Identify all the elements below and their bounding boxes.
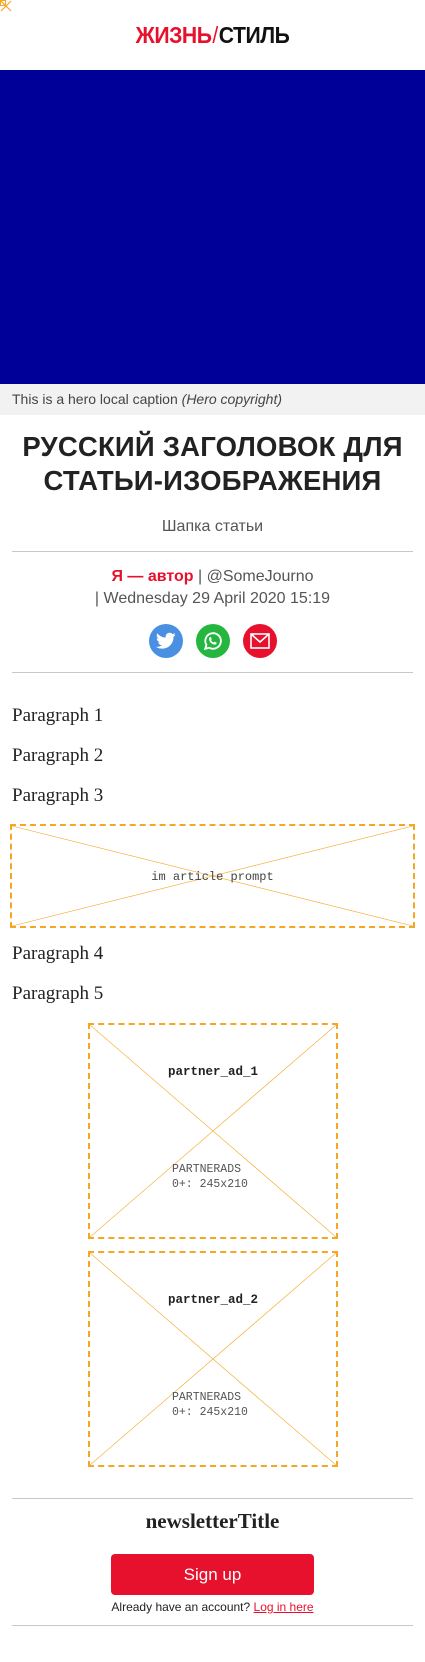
paragraph: Paragraph 5 [12, 983, 104, 1004]
divider [12, 1498, 413, 1499]
hero-copyright: (Hero copyright) [181, 391, 283, 407]
byline: Я — автор | @SomeJourno | Wednesday 29 A… [0, 566, 425, 610]
share-twitter-button[interactable] [148, 624, 183, 658]
publish-date: | Wednesday 29 April 2020 15:19 [94, 590, 331, 607]
ad-slot-info: PARTNERADS 0+: 245x210 [172, 1390, 248, 1420]
sign-up-button[interactable]: Sign up [111, 1554, 314, 1595]
article-body-top: Paragraph 1 Paragraph 2 Paragraph 3 [0, 704, 425, 824]
divider [12, 672, 413, 673]
share-whatsapp-button[interactable] [195, 624, 230, 658]
hero-caption-text: This is a hero local caption [12, 391, 178, 407]
login-prompt: Already have an account? Log in here [0, 1600, 425, 1614]
article-standfirst: Шапка статьи [161, 518, 264, 535]
newsletter-title: newsletterTitle [145, 1509, 280, 1533]
paragraph: Paragraph 2 [12, 745, 104, 766]
paragraph: Paragraph 4 [12, 943, 104, 964]
login-link[interactable]: Log in here [254, 1600, 314, 1614]
ad-slot-name: partner_ad_2 [167, 1293, 258, 1307]
author-name[interactable]: Я — автор [111, 568, 193, 585]
paragraph: Paragraph 1 [12, 705, 104, 726]
ad-slot-size: 0+: 245x210 [172, 1406, 248, 1419]
newsletter-signup: newsletterTitle Sign up Already have an … [0, 1509, 425, 1614]
placeholder-cross-icon [90, 1253, 336, 1465]
article-body-bottom: Paragraph 4 Paragraph 5 [0, 942, 425, 1022]
divider [12, 1625, 413, 1626]
divider [12, 551, 413, 552]
site-logo[interactable]: ЖИЗНЬ/СТИЛЬ [136, 22, 290, 49]
share-bar [0, 624, 425, 658]
article-title: РУССКИЙ ЗАГОЛОВОК ДЛЯ СТАТЬИ-ИЗОБРАЖЕНИЯ [22, 431, 403, 496]
author-handle[interactable]: | @SomeJourno [198, 568, 314, 585]
login-prompt-text: Already have an account? [111, 1600, 251, 1614]
ad-slot-info: PARTNERADS 0+: 245x210 [172, 1162, 248, 1192]
ad-slot-type: PARTNERADS [172, 1391, 242, 1404]
hero-caption: This is a hero local caption (Hero copyr… [0, 384, 425, 415]
logo-part-2: СТИЛЬ [218, 21, 290, 48]
paragraph: Paragraph 3 [12, 785, 104, 806]
article-prompt-label: im article prompt [151, 870, 274, 884]
ad-slot-name: partner_ad_1 [167, 1065, 258, 1079]
ad-slot-size: 0+: 245x210 [172, 1178, 248, 1191]
logo-part-1: ЖИЗНЬ [135, 21, 212, 48]
logo-separator: / [212, 21, 218, 48]
broken-image-icon [0, 0, 12, 12]
share-email-button[interactable] [242, 624, 277, 658]
site-header: ЖИЗНЬ/СТИЛЬ [0, 0, 425, 70]
hero-image [0, 70, 425, 384]
partner-ad-slot[interactable]: partner_ad_2 PARTNERADS 0+: 245x210 [88, 1251, 338, 1467]
partner-ad-slot[interactable]: partner_ad_1 PARTNERADS 0+: 245x210 [88, 1023, 338, 1239]
twitter-icon [155, 632, 176, 649]
article-prompt-placeholder: im article prompt [10, 824, 415, 928]
email-icon [249, 633, 270, 649]
ad-slot-type: PARTNERADS [172, 1163, 242, 1176]
whatsapp-icon [203, 632, 222, 651]
placeholder-cross-icon [90, 1025, 336, 1237]
